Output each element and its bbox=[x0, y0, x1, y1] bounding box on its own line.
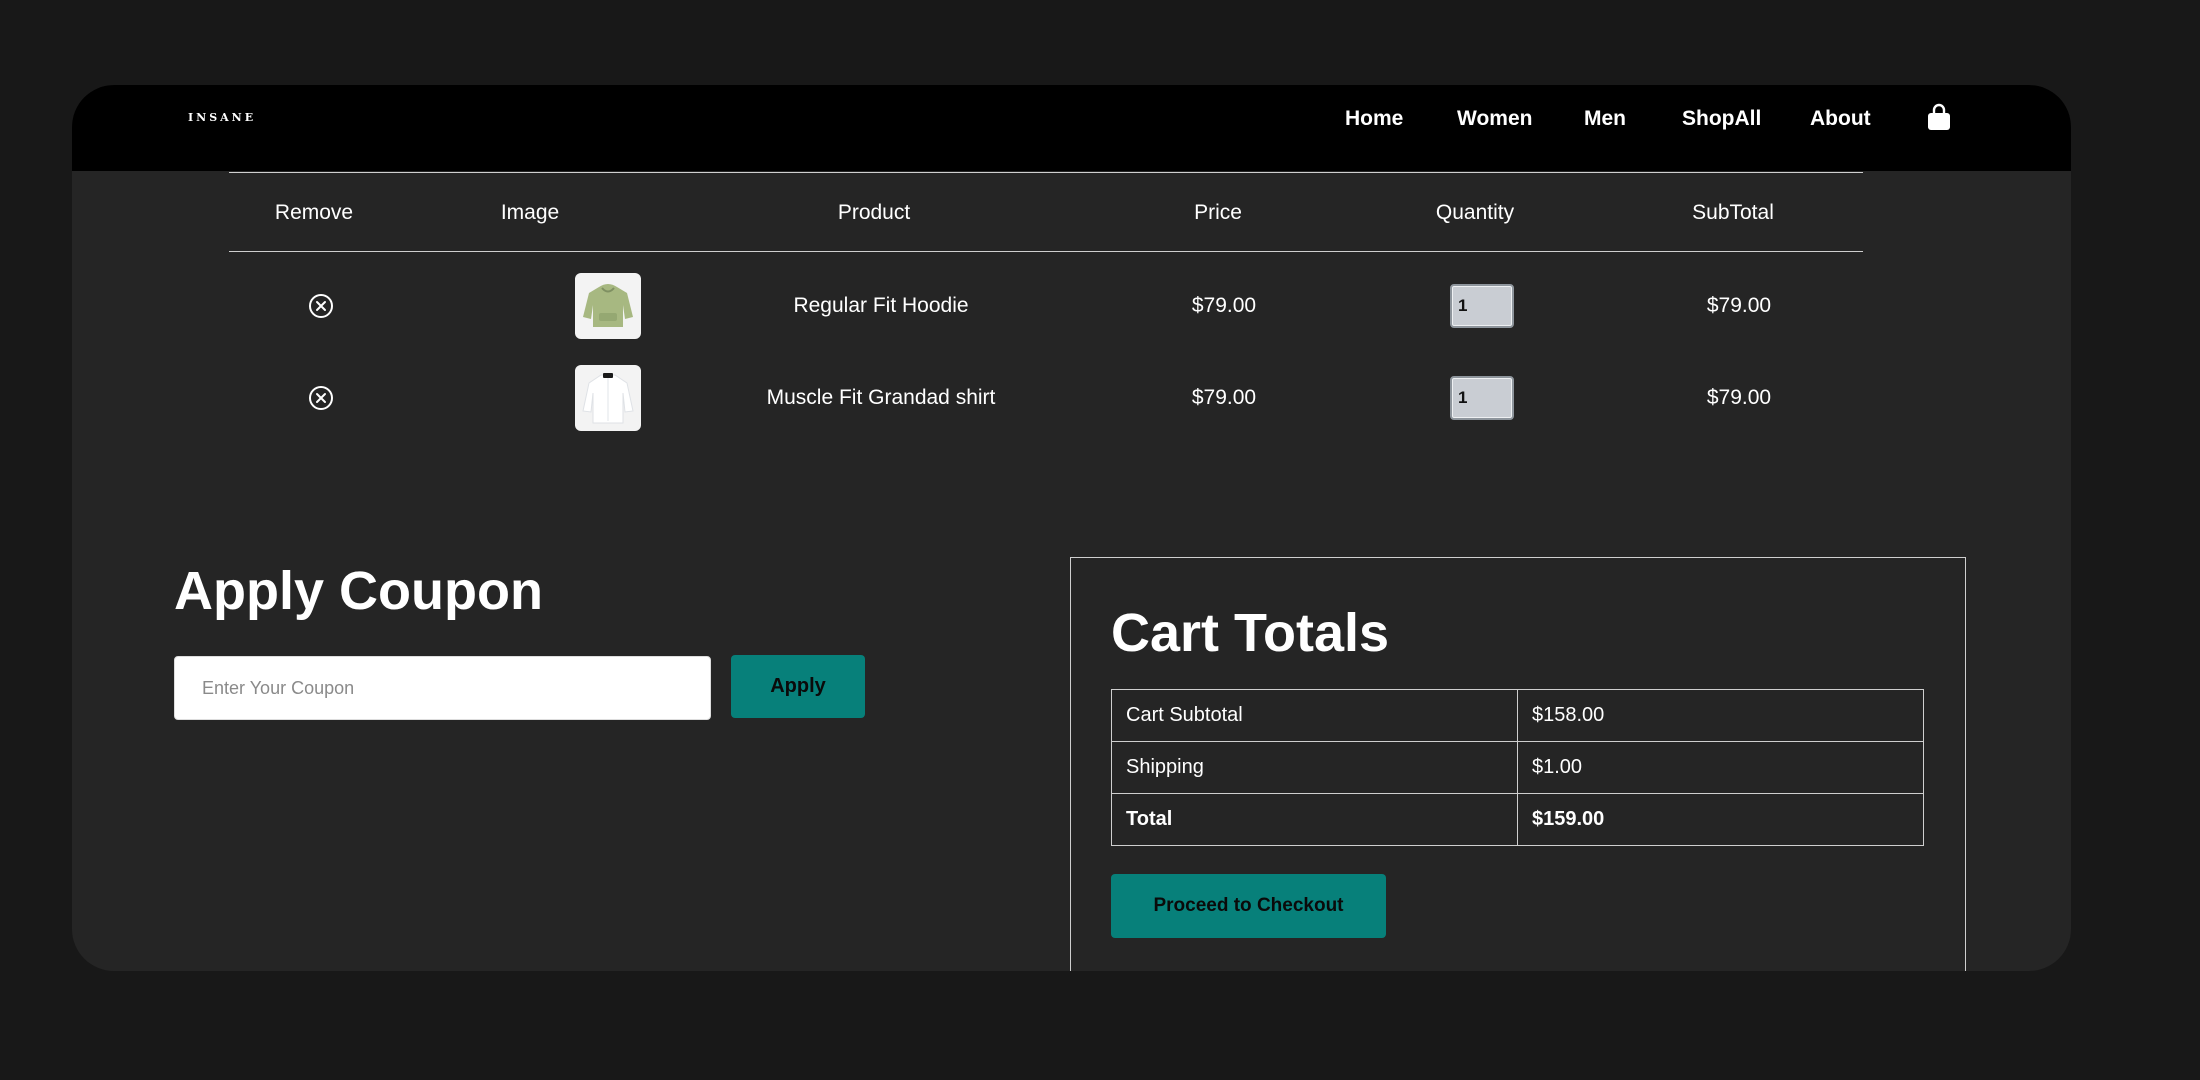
header-product: Product bbox=[837, 201, 911, 224]
cart-totals-table: Cart Subtotal $158.00 Shipping $1.00 Tot… bbox=[1111, 689, 1924, 846]
shirt-thumbnail bbox=[575, 365, 641, 431]
table-row: Regular Fit Hoodie $79.00 $79.00 bbox=[229, 256, 1863, 348]
brand-logo[interactable]: INSANE bbox=[188, 111, 256, 124]
shirt-image-icon bbox=[582, 373, 634, 424]
product-name[interactable]: Regular Fit Hoodie bbox=[793, 294, 968, 318]
header-image: Image bbox=[500, 201, 560, 224]
cart-table: Remove Image Product Price Quantity SubT… bbox=[229, 172, 1863, 440]
hoodie-thumbnail bbox=[575, 273, 641, 339]
quantity-input[interactable] bbox=[1450, 376, 1514, 420]
totals-row-total: Total $159.00 bbox=[1111, 793, 1924, 846]
proceed-to-checkout-button[interactable]: Proceed to Checkout bbox=[1111, 874, 1386, 938]
product-price: $79.00 bbox=[1191, 294, 1257, 317]
product-price: $79.00 bbox=[1191, 386, 1257, 409]
header-price: Price bbox=[1194, 201, 1242, 224]
header-subtotal: SubTotal bbox=[1692, 201, 1774, 224]
cart-table-header: Remove Image Product Price Quantity SubT… bbox=[229, 172, 1863, 252]
table-row: Muscle Fit Grandad shirt $79.00 $79.00 bbox=[229, 348, 1863, 440]
product-name[interactable]: Muscle Fit Grandad shirt bbox=[767, 386, 996, 410]
cart-totals-panel: Cart Totals Cart Subtotal $158.00 Shippi… bbox=[1070, 557, 1966, 971]
header-remove: Remove bbox=[274, 201, 354, 224]
row-subtotal: $79.00 bbox=[1706, 386, 1772, 409]
row-subtotal: $79.00 bbox=[1706, 294, 1772, 317]
apply-coupon-button[interactable]: Apply bbox=[731, 655, 865, 718]
totals-label: Cart Subtotal bbox=[1111, 689, 1518, 742]
nav-men[interactable]: Men bbox=[1584, 107, 1626, 131]
totals-row-shipping: Shipping $1.00 bbox=[1111, 741, 1924, 794]
nav-women[interactable]: Women bbox=[1457, 107, 1532, 131]
shopping-bag-icon[interactable] bbox=[1924, 103, 1954, 133]
totals-value: $159.00 bbox=[1517, 793, 1924, 846]
totals-label: Total bbox=[1111, 793, 1518, 846]
coupon-title: Apply Coupon bbox=[174, 561, 543, 621]
remove-circle-x-icon[interactable] bbox=[307, 292, 335, 320]
totals-label: Shipping bbox=[1111, 741, 1518, 794]
shop-window: INSANE Home Women Men ShopAll About Remo… bbox=[72, 85, 2071, 971]
nav-home[interactable]: Home bbox=[1345, 107, 1403, 131]
header-quantity: Quantity bbox=[1435, 201, 1515, 224]
top-navbar: INSANE Home Women Men ShopAll About bbox=[72, 85, 2071, 171]
nav-about[interactable]: About bbox=[1810, 107, 1871, 131]
quantity-input[interactable] bbox=[1450, 284, 1514, 328]
hoodie-image-icon bbox=[583, 284, 633, 327]
remove-circle-x-icon[interactable] bbox=[307, 384, 335, 412]
totals-row-subtotal: Cart Subtotal $158.00 bbox=[1111, 689, 1924, 742]
nav-shopall[interactable]: ShopAll bbox=[1682, 107, 1761, 131]
totals-value: $158.00 bbox=[1517, 689, 1924, 742]
coupon-input[interactable] bbox=[174, 656, 711, 720]
totals-value: $1.00 bbox=[1517, 741, 1924, 794]
cart-totals-title: Cart Totals bbox=[1111, 603, 1390, 663]
